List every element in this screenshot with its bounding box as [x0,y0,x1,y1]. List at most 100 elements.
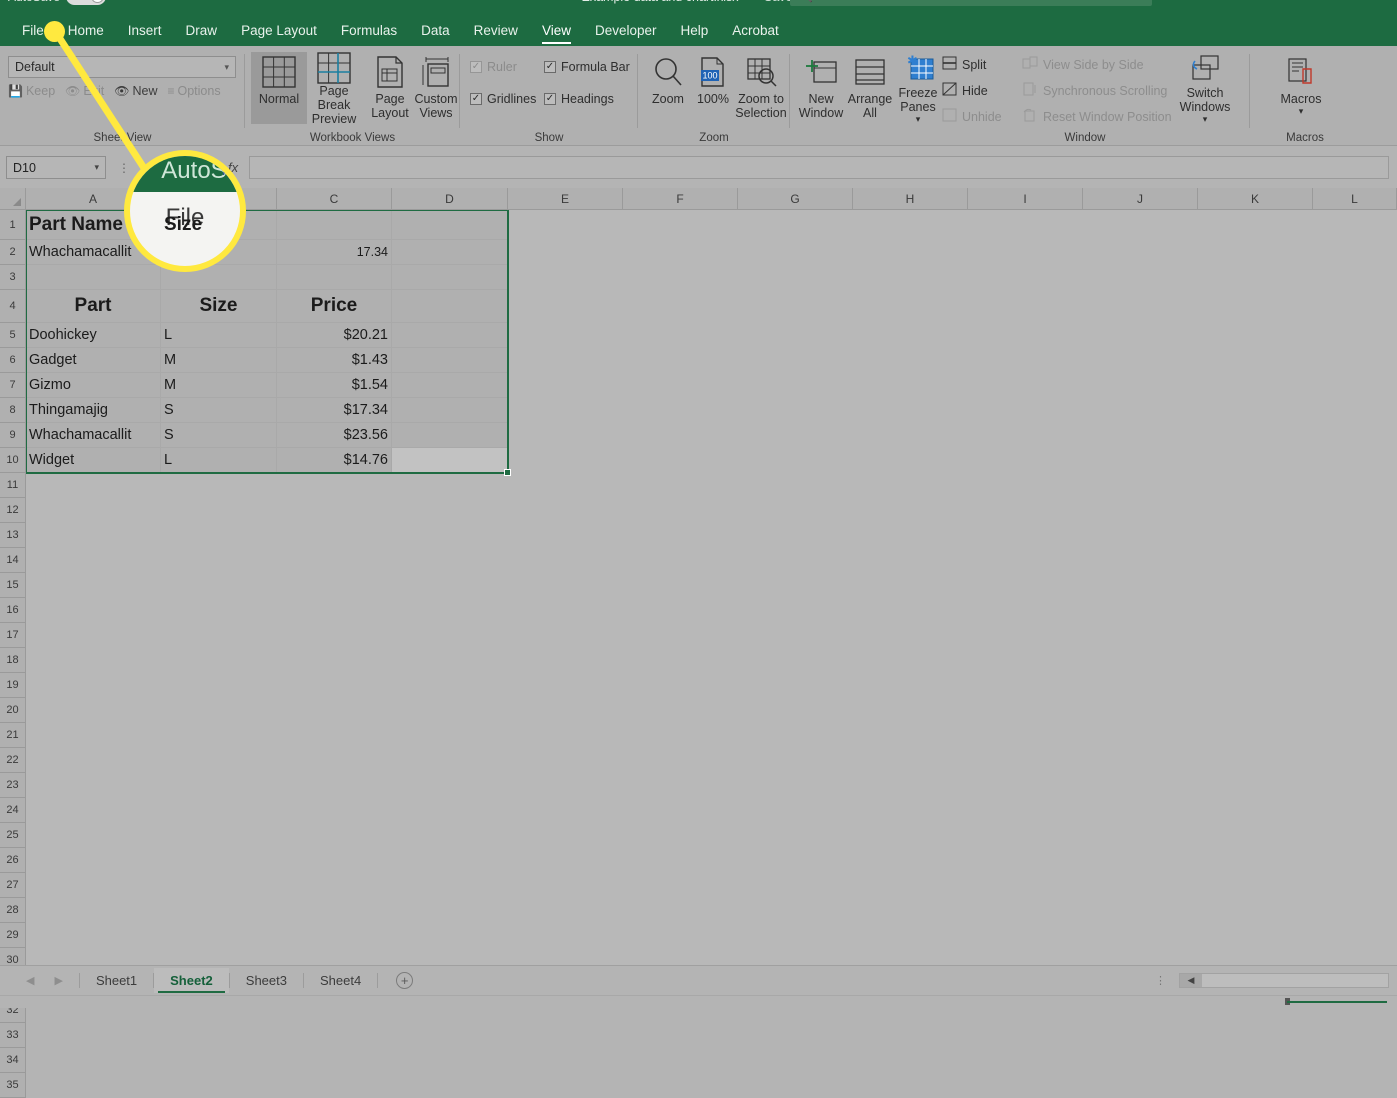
ribbon-tab-developer[interactable]: Developer [583,20,669,44]
row-header-3[interactable]: 3 [0,265,26,290]
row-header-22[interactable]: 22 [0,748,26,773]
ribbon-tab-data[interactable]: Data [409,20,462,44]
cell-A8[interactable]: Thingamajig [26,398,161,423]
arrange-all-button[interactable]: Arrange All [846,52,894,124]
row-header-14[interactable]: 14 [0,548,26,573]
row-header-33[interactable]: 33 [0,1023,26,1048]
selected-cell[interactable] [392,423,508,448]
freeze-panes-button[interactable]: ✱ Freeze Panes ▾ [894,52,942,124]
normal-view-button[interactable]: Normal [251,52,307,124]
exit-button[interactable]: 👁 Exit [65,84,104,98]
cell-A2[interactable]: Whachamacallit [26,240,161,265]
macros-button[interactable]: Macros ▾ [1272,52,1330,124]
unhide-button[interactable]: Unhide [942,108,1002,125]
column-header-L[interactable]: L [1313,188,1397,210]
cell-A4[interactable]: Part [26,290,161,323]
cell-C7[interactable]: $1.54 [277,373,392,398]
cell-B8[interactable]: S [161,398,277,423]
selected-cell[interactable] [392,398,508,423]
reset-window-position-button[interactable]: Reset Window Position [1022,108,1172,125]
new-sheet-view-button[interactable]: 👁 New [114,84,157,98]
column-header-G[interactable]: G [738,188,853,210]
row-header-21[interactable]: 21 [0,723,26,748]
options-button[interactable]: ≡ Options [167,84,220,98]
selected-cell[interactable] [277,210,392,240]
ribbon-tab-draw[interactable]: Draw [174,20,230,44]
keep-button[interactable]: 💾 Keep [8,84,55,98]
row-header-2[interactable]: 2 [0,240,26,265]
cell-B9[interactable]: S [161,423,277,448]
row-header-12[interactable]: 12 [0,498,26,523]
switch-windows-button[interactable]: Switch Windows ▾ [1172,52,1238,124]
horizontal-scrollbar[interactable]: ◀ [1179,973,1389,988]
row-header-34[interactable]: 34 [0,1048,26,1073]
page-layout-button[interactable]: Page Layout [367,52,413,124]
sheet-nav-arrows[interactable]: ◀ ▶ [0,974,79,987]
sheet-view-select[interactable]: Default ▾ [8,56,236,78]
cell-C10[interactable]: $14.76 [277,448,392,473]
row-header-1[interactable]: 1 [0,210,26,240]
search-input[interactable]: 🔍 Search [790,0,1152,6]
chevron-left-icon[interactable]: ◀ [26,974,34,987]
synchronous-scrolling-button[interactable]: Synchronous Scrolling [1022,82,1167,99]
column-header-E[interactable]: E [508,188,623,210]
column-header-D[interactable]: D [392,188,508,210]
selected-cell[interactable] [392,210,508,240]
ribbon-tab-review[interactable]: Review [462,20,530,44]
page-break-preview-button[interactable]: Page Break Preview [303,52,365,126]
ruler-checkbox[interactable]: ✓ Ruler [470,60,517,74]
cell-B5[interactable]: L [161,323,277,348]
row-header-24[interactable]: 24 [0,798,26,823]
selected-cell[interactable] [392,323,508,348]
column-header-C[interactable]: C [277,188,392,210]
row-header-10[interactable]: 10 [0,448,26,473]
formula-input[interactable] [249,156,1389,179]
cell-A7[interactable]: Gizmo [26,373,161,398]
row-header-26[interactable]: 26 [0,848,26,873]
cell-B1[interactable]: Size [161,210,277,240]
cell-B4[interactable]: Size [161,290,277,323]
row-header-19[interactable]: 19 [0,673,26,698]
name-box[interactable]: D10 ▾ [6,156,106,179]
cell-A9[interactable]: Whachamacallit [26,423,161,448]
row-header-4[interactable]: 4 [0,290,26,323]
new-window-button[interactable]: New Window [796,52,846,124]
row-header-27[interactable]: 27 [0,873,26,898]
row-header-6[interactable]: 6 [0,348,26,373]
row-header-5[interactable]: 5 [0,323,26,348]
custom-views-button[interactable]: Custom Views [413,52,459,124]
selected-cell[interactable] [26,265,161,290]
selected-cell[interactable] [277,265,392,290]
cell-A1[interactable]: Part Name [26,210,161,240]
cell-C2[interactable]: 17.34 [277,240,392,265]
ribbon-tab-acrobat[interactable]: Acrobat [720,20,791,44]
ribbon-tab-help[interactable]: Help [669,20,721,44]
scroll-grip[interactable]: ⋮ [1155,974,1167,987]
cell-C8[interactable]: $17.34 [277,398,392,423]
add-sheet-button[interactable]: + [396,972,414,989]
cell-A10[interactable]: Widget [26,448,161,473]
row-header-17[interactable]: 17 [0,623,26,648]
select-all-corner[interactable] [0,188,26,210]
sheet-tab-sheet2[interactable]: Sheet2 [154,968,229,993]
formula-bar-checkbox[interactable]: ✓ Formula Bar [544,60,630,74]
row-header-11[interactable]: 11 [0,473,26,498]
headings-checkbox[interactable]: ✓ Headings [544,92,614,106]
cell-area[interactable]: Part Name Size Whachamacallit 17.34 Part Size… [26,210,1397,965]
zoom-button[interactable]: Zoom [644,52,692,124]
chevron-right-icon[interactable]: ▶ [54,974,62,987]
chevron-down-icon[interactable]: ▾ [1203,114,1208,124]
cell-A5[interactable]: Doohickey [26,323,161,348]
ribbon-tab-insert[interactable]: Insert [116,20,174,44]
gridlines-checkbox[interactable]: ✓ Gridlines [470,92,536,106]
cell-B10[interactable]: L [161,448,277,473]
zoom-slider-track[interactable] [1287,1001,1387,1003]
cell-B6[interactable]: M [161,348,277,373]
row-header-28[interactable]: 28 [0,898,26,923]
view-side-by-side-button[interactable]: View Side by Side [1022,56,1144,73]
selected-cell[interactable] [392,348,508,373]
hide-button[interactable]: Hide [942,82,988,99]
selected-cell[interactable] [392,373,508,398]
column-header-J[interactable]: J [1083,188,1198,210]
row-header-25[interactable]: 25 [0,823,26,848]
